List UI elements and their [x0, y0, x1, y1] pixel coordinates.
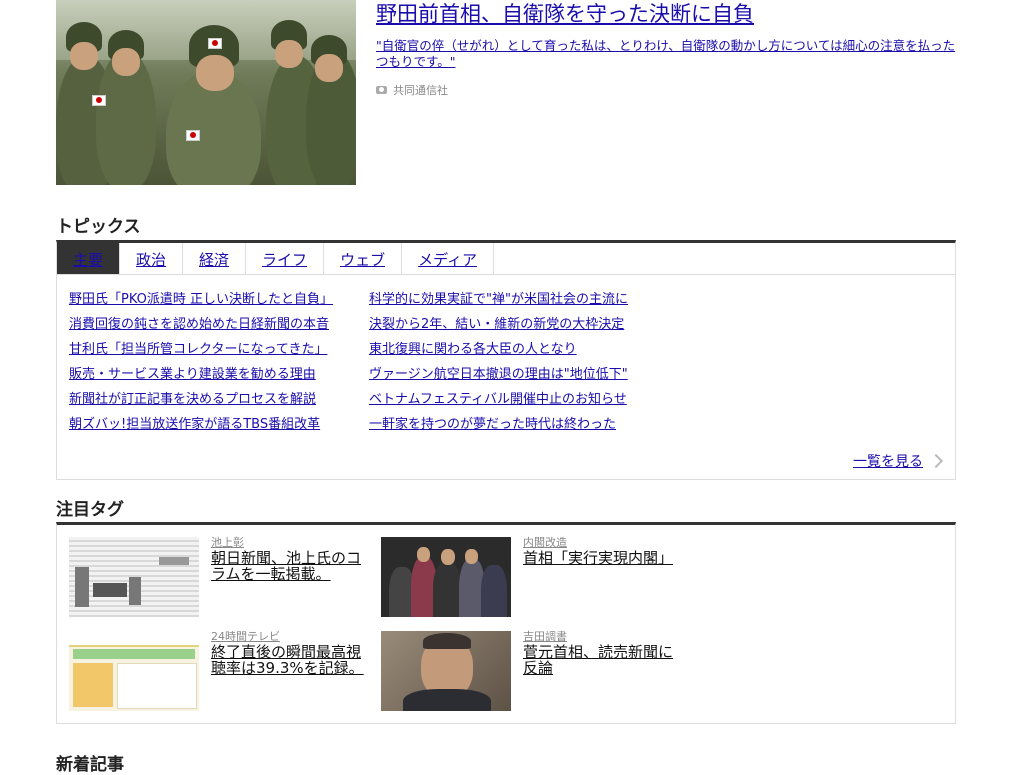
- new-articles-heading: 新着記事: [56, 755, 124, 775]
- tag-thumbnail[interactable]: [381, 537, 511, 617]
- topics-column-left: 野田氏「PKO派遣時 正しい決断したと自負」 消費回復の鈍さを認め始めた日経新聞…: [69, 287, 369, 437]
- tag-headline-link[interactable]: 首相「実行実現内閣」: [523, 550, 683, 566]
- tag-thumbnail[interactable]: [69, 537, 199, 617]
- main-content: 野田前首相、自衛隊を守った決断に自負 "自衛官の倅（せがれ）として育った私は、と…: [56, 0, 956, 775]
- topic-link[interactable]: 科学的に効果実証で"禅"が米国社会の主流に: [369, 287, 669, 312]
- tab-web[interactable]: ウェブ: [324, 243, 403, 274]
- tag-thumbnail[interactable]: [69, 631, 199, 711]
- tag-label-link[interactable]: 吉田調書: [523, 631, 683, 643]
- topic-link[interactable]: 朝ズバッ!担当放送作家が語るTBS番組改革: [69, 412, 369, 437]
- tag-card: 吉田調書 菅元首相、読売新聞に反論: [381, 631, 681, 711]
- tag-label-link[interactable]: 池上彰: [211, 537, 371, 549]
- topic-link[interactable]: 消費回復の鈍さを認め始めた日経新聞の本音: [69, 312, 369, 337]
- topic-link[interactable]: ヴァージン航空日本撤退の理由は"地位低下": [369, 362, 669, 387]
- tag-label-link[interactable]: 24時間テレビ: [211, 631, 371, 643]
- tag-label-link[interactable]: 内閣改造: [523, 537, 683, 549]
- see-all-link[interactable]: 一覧を見る: [853, 451, 923, 471]
- topic-link[interactable]: 東北復興に関わる各大臣の人となり: [369, 337, 669, 362]
- topic-link[interactable]: 甘利氏「担当所管コレクターになってきた」: [69, 337, 369, 362]
- tab-media[interactable]: メディア: [402, 243, 495, 274]
- tab-life[interactable]: ライフ: [246, 243, 325, 274]
- topics-heading: トピックス: [56, 217, 141, 237]
- flag-icon: [208, 38, 222, 49]
- tag-card: 池上彰 朝日新聞、池上氏のコラムを一転掲載。: [69, 537, 369, 617]
- featured-description-link[interactable]: "自衛官の倅（せがれ）として育った私は、とりわけ、自衛隊の動かし方については細心…: [376, 38, 956, 70]
- chevron-right-icon[interactable]: [928, 453, 944, 469]
- topic-link[interactable]: 新聞社が訂正記事を決めるプロセスを解説: [69, 387, 369, 412]
- topics-list: 野田氏「PKO派遣時 正しい決断したと自負」 消費回復の鈍さを認め始めた日経新聞…: [69, 287, 943, 437]
- tag-headline-link[interactable]: 朝日新聞、池上氏のコラムを一転掲載。: [211, 550, 371, 582]
- featured-title-link[interactable]: 野田前首相、自衛隊を守った決断に自負: [376, 0, 956, 28]
- featured-source-label: 共同通信社: [393, 84, 448, 97]
- tags-heading: 注目タグ: [56, 500, 124, 520]
- topic-link[interactable]: 一軒家を持つのが夢だった時代は終わった: [369, 412, 669, 437]
- flag-icon: [186, 130, 200, 141]
- topics-column-right: 科学的に効果実証で"禅"が米国社会の主流に 決裂から2年、結い・維新の新党の大枠…: [369, 287, 669, 437]
- tab-economy[interactable]: 経済: [183, 243, 247, 274]
- tab-main[interactable]: 主要: [57, 243, 121, 274]
- flag-icon: [92, 95, 106, 106]
- tab-politics[interactable]: 政治: [120, 243, 184, 274]
- see-all: 一覧を見る: [853, 451, 944, 471]
- topic-link[interactable]: 決裂から2年、結い・維新の新党の大枠決定: [369, 312, 669, 337]
- tags-panel: 池上彰 朝日新聞、池上氏のコラムを一転掲載。 内閣改造 首相「実行実現内閣」 2…: [56, 522, 956, 724]
- featured-article: 野田前首相、自衛隊を守った決断に自負 "自衛官の倅（せがれ）として育った私は、と…: [56, 0, 956, 185]
- tag-headline-link[interactable]: 終了直後の瞬間最高視聴率は39.3%を記録。: [211, 644, 371, 676]
- tag-card: 内閣改造 首相「実行実現内閣」: [381, 537, 681, 617]
- featured-photo[interactable]: [56, 0, 356, 185]
- topic-link[interactable]: 販売・サービス業より建設業を勧める理由: [69, 362, 369, 387]
- featured-text: 野田前首相、自衛隊を守った決断に自負 "自衛官の倅（せがれ）として育った私は、と…: [376, 0, 956, 98]
- topics-tabs: 主要 政治 経済 ライフ ウェブ メディア: [57, 243, 955, 275]
- topic-link[interactable]: ベトナムフェスティバル開催中止のお知らせ: [369, 387, 669, 412]
- tag-card: 24時間テレビ 終了直後の瞬間最高視聴率は39.3%を記録。: [69, 631, 369, 711]
- topics-panel: 主要 政治 経済 ライフ ウェブ メディア 野田氏「PKO派遣時 正しい決断した…: [56, 240, 956, 480]
- topic-link[interactable]: 野田氏「PKO派遣時 正しい決断したと自負」: [69, 287, 369, 312]
- tag-thumbnail[interactable]: [381, 631, 511, 711]
- featured-source: 共同通信社: [376, 82, 956, 98]
- tag-headline-link[interactable]: 菅元首相、読売新聞に反論: [523, 644, 683, 676]
- camera-icon: [376, 86, 387, 94]
